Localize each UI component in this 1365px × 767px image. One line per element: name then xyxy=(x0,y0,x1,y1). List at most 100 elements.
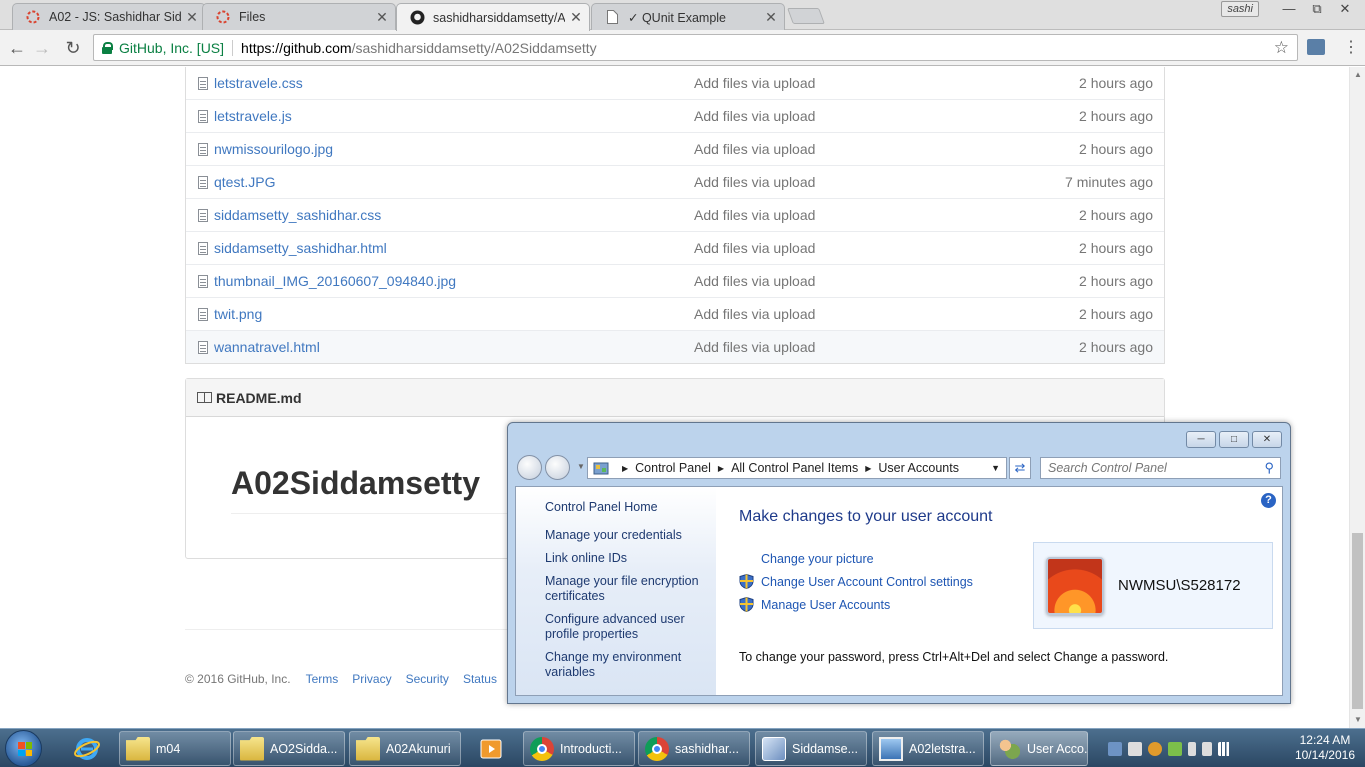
footer-link-terms[interactable]: Terms xyxy=(306,672,339,686)
footer-link-status[interactable]: Status xyxy=(463,672,497,686)
task-label[interactable]: Change User Account Control settings xyxy=(761,575,973,589)
taskbar-clock[interactable]: 12:24 AM 10/14/2016 xyxy=(1295,733,1355,763)
folder-icon xyxy=(356,736,380,761)
search-icon[interactable]: ⚲ xyxy=(1264,460,1274,476)
close-icon[interactable]: ✕ xyxy=(1333,0,1357,18)
search-input[interactable]: Search Control Panel ⚲ xyxy=(1040,457,1281,479)
commit-message-link[interactable]: Add files via upload xyxy=(694,174,1065,190)
extension-icon[interactable] xyxy=(1307,39,1325,55)
commit-message-link[interactable]: Add files via upload xyxy=(694,240,1079,256)
tab-github-repo[interactable]: sashidharsiddamsetty/A0 ✕ xyxy=(396,3,590,31)
tab-qunit-example[interactable]: ✓ QUnit Example ✕ xyxy=(591,3,785,30)
footer-link-privacy[interactable]: Privacy xyxy=(352,672,391,686)
file-name-link[interactable]: thumbnail_IMG_20160607_094840.jpg xyxy=(214,273,694,289)
tab-a02-js[interactable]: A02 - JS: Sashidhar Sidda ✕ xyxy=(12,3,206,30)
scroll-down-arrow-icon[interactable]: ▼ xyxy=(1350,712,1365,728)
breadcrumb-all-items[interactable]: All Control Panel Items xyxy=(731,461,858,475)
breadcrumb-user-accounts[interactable]: User Accounts xyxy=(878,461,959,475)
clock-time: 12:24 AM xyxy=(1299,733,1351,747)
breadcrumb-arrow-icon[interactable]: ▶ xyxy=(718,464,724,473)
sidebar-item-credentials[interactable]: Manage your credentials xyxy=(545,528,705,543)
file-name-link[interactable]: siddamsetty_sashidhar.css xyxy=(214,207,694,223)
tray-network-icon[interactable] xyxy=(1108,741,1122,756)
taskbar-button[interactable]: AO2Sidda... xyxy=(233,731,345,766)
tab-files[interactable]: Files ✕ xyxy=(202,3,396,30)
breadcrumb-control-panel[interactable]: Control Panel xyxy=(635,461,711,475)
breadcrumb-arrow-icon[interactable]: ▶ xyxy=(865,464,871,473)
taskbar-button[interactable]: A02Akunuri xyxy=(349,731,461,766)
tray-app-icon[interactable] xyxy=(1148,741,1162,756)
scroll-up-arrow-icon[interactable]: ▲ xyxy=(1350,67,1365,83)
internet-explorer-icon[interactable] xyxy=(60,732,114,765)
address-bar[interactable]: GitHub, Inc. [US] https://github.com /sa… xyxy=(93,34,1298,61)
task-uac-settings[interactable]: Change User Account Control settings xyxy=(739,570,973,593)
breadcrumb-arrow-icon[interactable]: ▶ xyxy=(622,464,628,473)
nav-buttons: ▼ xyxy=(517,455,585,481)
media-player-icon[interactable] xyxy=(464,732,518,765)
profile-button[interactable]: sashi xyxy=(1221,1,1259,17)
commit-message-link[interactable]: Add files via upload xyxy=(694,207,1079,223)
taskbar-button[interactable]: User Acco... xyxy=(990,731,1088,766)
chevron-down-icon[interactable]: ▼ xyxy=(991,463,1006,473)
start-button[interactable] xyxy=(5,730,42,767)
taskbar-button[interactable]: Siddamse... xyxy=(755,731,867,766)
page-scrollbar[interactable]: ▲ ▼ xyxy=(1349,67,1365,728)
back-arrow-icon[interactable]: ← xyxy=(5,36,29,60)
bookmark-star-icon[interactable]: ☆ xyxy=(1274,38,1289,58)
commit-message-link[interactable]: Add files via upload xyxy=(694,75,1079,91)
refresh-icon[interactable]: ⇄ xyxy=(1009,457,1031,479)
tray-keyboard-icon[interactable] xyxy=(1128,741,1142,756)
sidebar-item-environment[interactable]: Change my environment variables xyxy=(545,650,685,680)
commit-message-link[interactable]: Add files via upload xyxy=(694,141,1079,157)
tab-close-icon[interactable]: ✕ xyxy=(764,9,778,26)
file-name-link[interactable]: letstravele.css xyxy=(214,75,694,91)
tab-close-icon[interactable]: ✕ xyxy=(375,9,389,26)
commit-message-link[interactable]: Add files via upload xyxy=(694,273,1079,289)
task-label[interactable]: Change your picture xyxy=(761,552,874,566)
minimize-icon[interactable]: — xyxy=(1277,0,1301,18)
maximize-icon[interactable]: □ xyxy=(1219,431,1249,448)
help-icon[interactable]: ? xyxy=(1261,493,1276,508)
minimize-icon[interactable]: ─ xyxy=(1186,431,1216,448)
back-button[interactable] xyxy=(517,455,542,480)
reload-icon[interactable]: ↻ xyxy=(61,36,85,60)
sidebar-item-encryption[interactable]: Manage your file encryption certificates xyxy=(545,574,700,604)
tray-security-icon[interactable] xyxy=(1168,741,1182,756)
recent-pages-dropdown-icon[interactable]: ▼ xyxy=(577,462,585,471)
tab-close-icon[interactable]: ✕ xyxy=(185,9,199,26)
taskbar-button[interactable]: A02letstra... xyxy=(872,731,984,766)
file-name-link[interactable]: wannatravel.html xyxy=(214,339,694,355)
sidebar-item-home[interactable]: Control Panel Home xyxy=(545,500,716,514)
commit-message-link[interactable]: Add files via upload xyxy=(694,306,1079,322)
file-name-link[interactable]: letstravele.js xyxy=(214,108,694,124)
forward-arrow-icon[interactable]: → xyxy=(30,36,54,60)
task-label[interactable]: Manage User Accounts xyxy=(761,598,890,612)
sidebar-item-online-ids[interactable]: Link online IDs xyxy=(545,551,705,566)
new-tab-button[interactable] xyxy=(787,8,825,24)
restore-icon[interactable]: ⧉ xyxy=(1305,0,1329,18)
file-name-link[interactable]: twit.png xyxy=(214,306,694,322)
readme-header: README.md xyxy=(186,379,1164,417)
file-name-link[interactable]: nwmissourilogo.jpg xyxy=(214,141,694,157)
file-name-link[interactable]: siddamsetty_sashidhar.html xyxy=(214,240,694,256)
file-name-link[interactable]: qtest.JPG xyxy=(214,174,694,190)
taskbar-button[interactable]: m04 xyxy=(119,731,231,766)
close-icon[interactable]: ✕ xyxy=(1252,431,1282,448)
tray-volume-icon[interactable] xyxy=(1202,741,1212,756)
tray-device-icon[interactable] xyxy=(1188,741,1196,756)
taskbar-button[interactable]: sashidhar... xyxy=(638,731,750,766)
footer-link-security[interactable]: Security xyxy=(406,672,449,686)
tray-signal-icon[interactable] xyxy=(1218,741,1232,756)
sidebar-item-profile[interactable]: Configure advanced user profile properti… xyxy=(545,612,685,642)
cp-address-bar[interactable]: ▶ Control Panel ▶ All Control Panel Item… xyxy=(587,457,1007,479)
taskbar-button[interactable]: Introducti... xyxy=(523,731,635,766)
tab-close-icon[interactable]: ✕ xyxy=(569,9,583,26)
task-change-picture[interactable]: Change your picture xyxy=(739,547,973,570)
commit-message-link[interactable]: Add files via upload xyxy=(694,339,1079,355)
task-manage-accounts[interactable]: Manage User Accounts xyxy=(739,593,973,616)
commit-message-link[interactable]: Add files via upload xyxy=(694,108,1079,124)
forward-button[interactable] xyxy=(545,455,570,480)
scroll-thumb[interactable] xyxy=(1352,533,1363,709)
site-identity[interactable]: GitHub, Inc. [US] xyxy=(119,40,224,56)
chrome-menu-icon[interactable]: ⋮ xyxy=(1343,36,1359,60)
